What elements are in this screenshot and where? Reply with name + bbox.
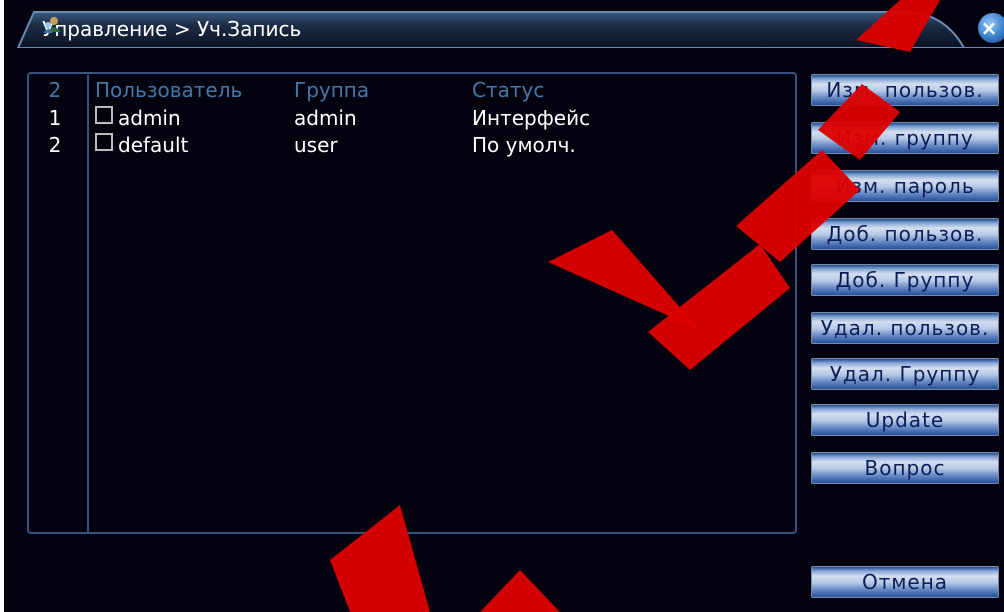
window-title-text: Управление > Уч.Запись	[42, 17, 302, 41]
group-column-header: Группа	[294, 78, 370, 102]
status-column-header: Статус	[472, 78, 545, 102]
row-user: admin	[118, 106, 181, 130]
row-number: 1	[48, 106, 62, 130]
row-group: user	[294, 133, 338, 157]
user-icon	[43, 17, 61, 33]
row-user: default	[118, 133, 189, 157]
window-title: Управление > Уч.Запись	[42, 15, 301, 43]
count-header: 2	[48, 78, 62, 102]
row-status: По умолч.	[472, 133, 576, 157]
question-button[interactable]: Вопрос	[811, 452, 999, 484]
cancel-button[interactable]: Отмена	[811, 566, 999, 598]
edit-group-button[interactable]: Изм. группу	[811, 122, 999, 154]
user-row-default[interactable]: 2 default user По умолч.	[30, 133, 796, 157]
row-status: Интерфейс	[472, 106, 591, 130]
row-number: 2	[48, 133, 62, 157]
row-checkbox[interactable]	[95, 106, 113, 124]
user-column-header: Пользователь	[95, 78, 243, 102]
close-icon: ×	[980, 16, 998, 40]
user-row-admin[interactable]: 1 admin admin Интерфейс	[30, 106, 796, 130]
row-checkbox[interactable]	[95, 133, 113, 151]
account-window: Управление > Уч.Запись × 2 Пользователь …	[4, 0, 1004, 612]
edit-password-button[interactable]: Изм. пароль	[811, 170, 999, 202]
row-group: admin	[294, 106, 357, 130]
update-button[interactable]: Update	[811, 404, 999, 436]
edit-user-button[interactable]: Изм. пользов.	[811, 74, 999, 106]
list-header: 2 Пользователь Группа Статус	[30, 78, 796, 102]
delete-user-button[interactable]: Удал. пользов.	[811, 312, 999, 344]
delete-group-button[interactable]: Удал. Группу	[811, 358, 999, 390]
add-user-button[interactable]: Доб. пользов.	[811, 218, 999, 250]
title-bar: Управление > Уч.Запись	[4, 10, 1004, 48]
close-button[interactable]: ×	[978, 13, 1004, 43]
add-group-button[interactable]: Доб. Группу	[811, 264, 999, 296]
